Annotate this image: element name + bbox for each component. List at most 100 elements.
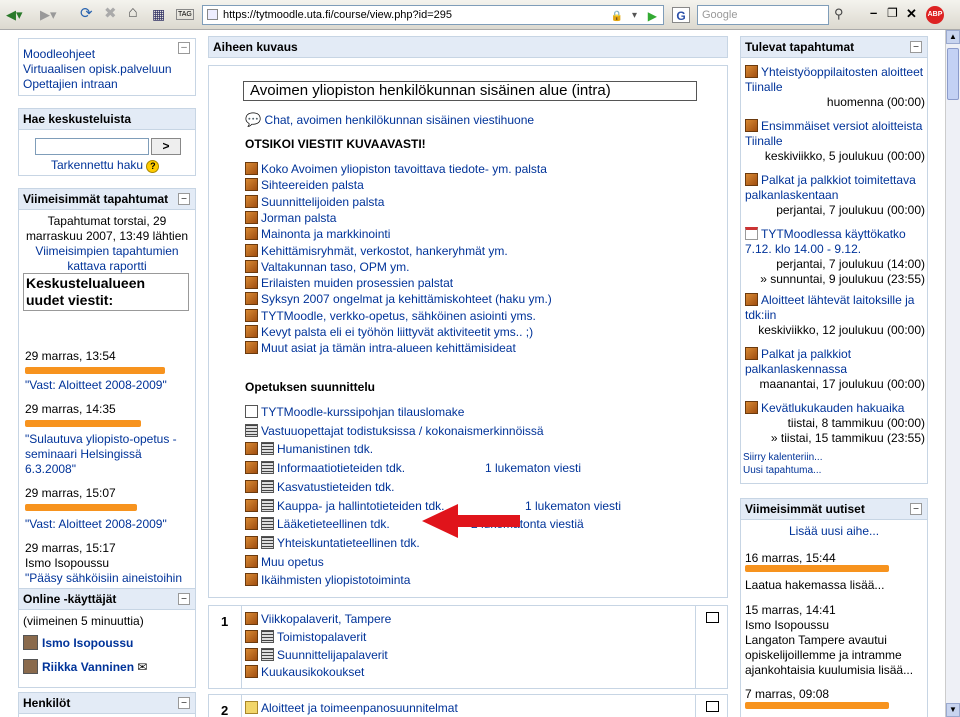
tag-icon[interactable]: TAG [176, 9, 194, 20]
section-link[interactable]: Toimistopalaverit [277, 630, 366, 644]
scroll-thumb[interactable] [947, 48, 959, 100]
online-user[interactable]: Riikka Vanninen [42, 660, 134, 674]
planning-link[interactable]: Vastuuopettajat todistuksissa / kokonais… [261, 424, 544, 438]
news-text[interactable]: Laatua hakemassa lisää... [745, 578, 884, 592]
google-g-icon[interactable]: G [672, 7, 690, 23]
forum-link[interactable]: TYTMoodle, verkko-opetus, sähköinen asio… [261, 309, 536, 323]
planning-link[interactable]: Ikäihmisten yliopistotoiminta [261, 573, 410, 587]
planning-link[interactable]: Lääketieteellinen tdk. [277, 517, 390, 531]
unread-count[interactable]: 1 lukematon viesti [485, 461, 581, 475]
go-arrow-icon[interactable]: ▶ [648, 7, 657, 25]
planning-item[interactable]: Ikäihmisten yliopistotoiminta [245, 573, 410, 587]
section-link[interactable]: Kuukausikokoukset [261, 665, 364, 679]
forum-item[interactable]: Erilaisten muiden prosessien palstat [245, 276, 453, 290]
forum-item[interactable]: Kehittämisryhmät, verkostot, hankeryhmät… [245, 243, 508, 258]
reload-icon[interactable]: ⟳ [80, 6, 93, 22]
collapse-icon[interactable]: – [178, 193, 190, 205]
grid-icon[interactable]: ▦ [152, 6, 165, 22]
activity-subject[interactable]: "Vast: Aloitteet 2008-2009" [25, 517, 167, 531]
close-icon[interactable]: ✕ [906, 6, 917, 22]
collapse-icon[interactable]: – [178, 697, 190, 709]
planning-link[interactable]: Kauppa- ja hallintotieteiden tdk. [277, 499, 444, 513]
restore-icon[interactable]: ❐ [887, 5, 898, 21]
section-item[interactable]: Aloitteet ja toimeenpanosuunnitelmat [245, 701, 458, 715]
forum-link[interactable]: Valtakunnan taso, OPM ym. [261, 260, 410, 274]
scroll-up-icon[interactable]: ▲ [946, 30, 960, 44]
forum-link[interactable]: Kehittämisryhmät, verkostot, hankeryhmät… [261, 244, 508, 258]
planning-link[interactable]: Informaatiotieteiden tdk. [277, 461, 405, 475]
forward-arrow-icon[interactable]: ▶▾ [40, 7, 57, 23]
event-title[interactable]: Aloitteet lähtevät laitoksille ja tdk:ii… [745, 293, 914, 322]
forum-item[interactable]: TYTMoodle, verkko-opetus, sähköinen asio… [245, 308, 536, 323]
planning-link[interactable]: Muu opetus [261, 555, 324, 569]
new-event-link[interactable]: Uusi tapahtuma... [743, 465, 821, 476]
planning-item[interactable]: Vastuuopettajat todistuksissa / kokonais… [245, 423, 544, 438]
stop-icon[interactable]: ✖ [104, 6, 117, 22]
section-item[interactable]: Suunnittelijapalaverit [245, 648, 388, 662]
back-arrow-icon[interactable]: ◀▾ [6, 7, 23, 23]
forum-item[interactable]: Kevyt palsta eli ei työhön liittyvät akt… [245, 325, 533, 339]
forum-link[interactable]: Muut asiat ja tämän intra-alueen kehittä… [261, 341, 516, 355]
show-one-section-icon[interactable] [706, 612, 719, 623]
planning-item[interactable]: Informaatiotieteiden tdk. 1 lukematon vie… [245, 461, 581, 475]
chat-link[interactable]: Chat, avoimen henkilökunnan sisäinen vie… [265, 113, 535, 127]
event-title[interactable]: Kevätlukukauden hakuaika [761, 401, 904, 415]
minimize-icon[interactable]: – [870, 5, 877, 21]
forum-item[interactable]: Muut asiat ja tämän intra-alueen kehittä… [245, 341, 516, 355]
forum-link[interactable]: Kevyt palsta eli ei työhön liittyvät akt… [261, 325, 533, 339]
link-moodleohjeet[interactable]: Moodleohjeet [23, 47, 95, 61]
news-text[interactable]: Langaton Tampere avautui opiskelijoillem… [745, 633, 925, 678]
section-link[interactable]: Viikkopalaverit, Tampere [261, 612, 391, 626]
event-title[interactable]: Palkat ja palkkiot toimitettava palkanla… [745, 173, 916, 202]
planning-item[interactable]: Humanistinen tdk. [245, 442, 373, 456]
forum-link[interactable]: Suunnittelijoiden palsta [261, 195, 384, 209]
event-title[interactable]: Ensimmäiset versiot aloitteista Tiinalle [745, 119, 922, 148]
activity-subject[interactable]: "Sulautuva yliopisto-opetus -seminaari H… [25, 432, 177, 476]
forum-item[interactable]: Mainonta ja markkinointi [245, 227, 390, 241]
forum-item[interactable]: Valtakunnan taso, OPM ym. [245, 259, 410, 274]
forum-item[interactable]: Koko Avoimen yliopiston tavoittava tiedo… [245, 162, 547, 176]
vertical-scrollbar[interactable]: ▲ ▼ [945, 30, 960, 717]
planning-item[interactable]: Muu opetus [245, 554, 324, 569]
planning-link[interactable]: TYTMoodle-kurssipohjan tilauslomake [261, 405, 464, 419]
planning-item[interactable]: Lääketieteellinen tdk. 2 lukematonta vies… [245, 517, 584, 531]
event-title[interactable]: Yhteistyöoppilaitosten aloitteet Tiinall… [745, 65, 923, 94]
online-user[interactable]: Ismo Isopoussu [42, 636, 133, 650]
forum-link[interactable]: Koko Avoimen yliopiston tavoittava tiedo… [261, 162, 547, 176]
event-title[interactable]: Palkat ja palkkiot palkanlaskennassa [745, 347, 851, 376]
collapse-icon[interactable]: – [910, 41, 922, 53]
forum-search-input[interactable] [35, 138, 149, 155]
address-bar[interactable]: https://tytmoodle.uta.fi/course/view.php… [202, 5, 664, 25]
forum-item[interactable]: Suunnittelijoiden palsta [245, 194, 384, 209]
section-item[interactable]: Toimistopalaverit [245, 630, 366, 644]
planning-link[interactable]: Kasvatustieteiden tdk. [277, 480, 394, 494]
google-search-input[interactable]: Google [697, 5, 829, 25]
search-go-button[interactable]: > [151, 138, 181, 155]
planning-item[interactable]: Yhteiskuntatieteellinen tdk. [245, 535, 420, 550]
collapse-icon[interactable]: – [910, 503, 922, 515]
goto-calendar-link[interactable]: Siirry kalenteriin... [743, 452, 822, 463]
planning-item[interactable]: TYTMoodle-kurssipohjan tilauslomake [245, 405, 464, 419]
section-link[interactable]: Suunnittelijapalaverit [277, 648, 388, 662]
collapse-icon[interactable]: – [178, 42, 190, 54]
show-one-section-icon[interactable] [706, 701, 719, 712]
help-icon[interactable]: ? [146, 160, 160, 173]
planning-item[interactable]: Kauppa- ja hallintotieteiden tdk. 1 lukem… [245, 498, 621, 513]
home-icon[interactable]: ⌂ [128, 5, 138, 21]
adblock-icon[interactable]: ABP [926, 6, 944, 24]
forum-item[interactable]: Sihteereiden palsta [245, 178, 364, 192]
forum-link[interactable]: Mainonta ja markkinointi [261, 227, 390, 241]
section-item[interactable]: Viikkopalaverit, Tampere [245, 612, 391, 626]
section-link[interactable]: Aloitteet ja toimeenpanosuunnitelmat [261, 701, 458, 715]
full-report-link[interactable]: Viimeisimpien tapahtumien kattava raport… [35, 244, 178, 273]
advanced-search-link[interactable]: Tarkennettu haku [51, 158, 143, 172]
collapse-icon[interactable]: – [178, 593, 190, 605]
add-topic-link[interactable]: Lisää uusi aihe... [789, 524, 879, 538]
unread-count[interactable]: 1 lukematon viesti [525, 499, 621, 513]
link-virtual-services[interactable]: Virtuaalisen opisk.palveluun [23, 62, 172, 76]
message-icon[interactable]: ✉ [137, 660, 147, 674]
forum-link[interactable]: Erilaisten muiden prosessien palstat [261, 276, 453, 290]
magnifier-icon[interactable]: ⚲ [834, 6, 844, 22]
scroll-down-icon[interactable]: ▼ [946, 703, 960, 717]
planning-link[interactable]: Yhteiskuntatieteellinen tdk. [277, 536, 420, 550]
